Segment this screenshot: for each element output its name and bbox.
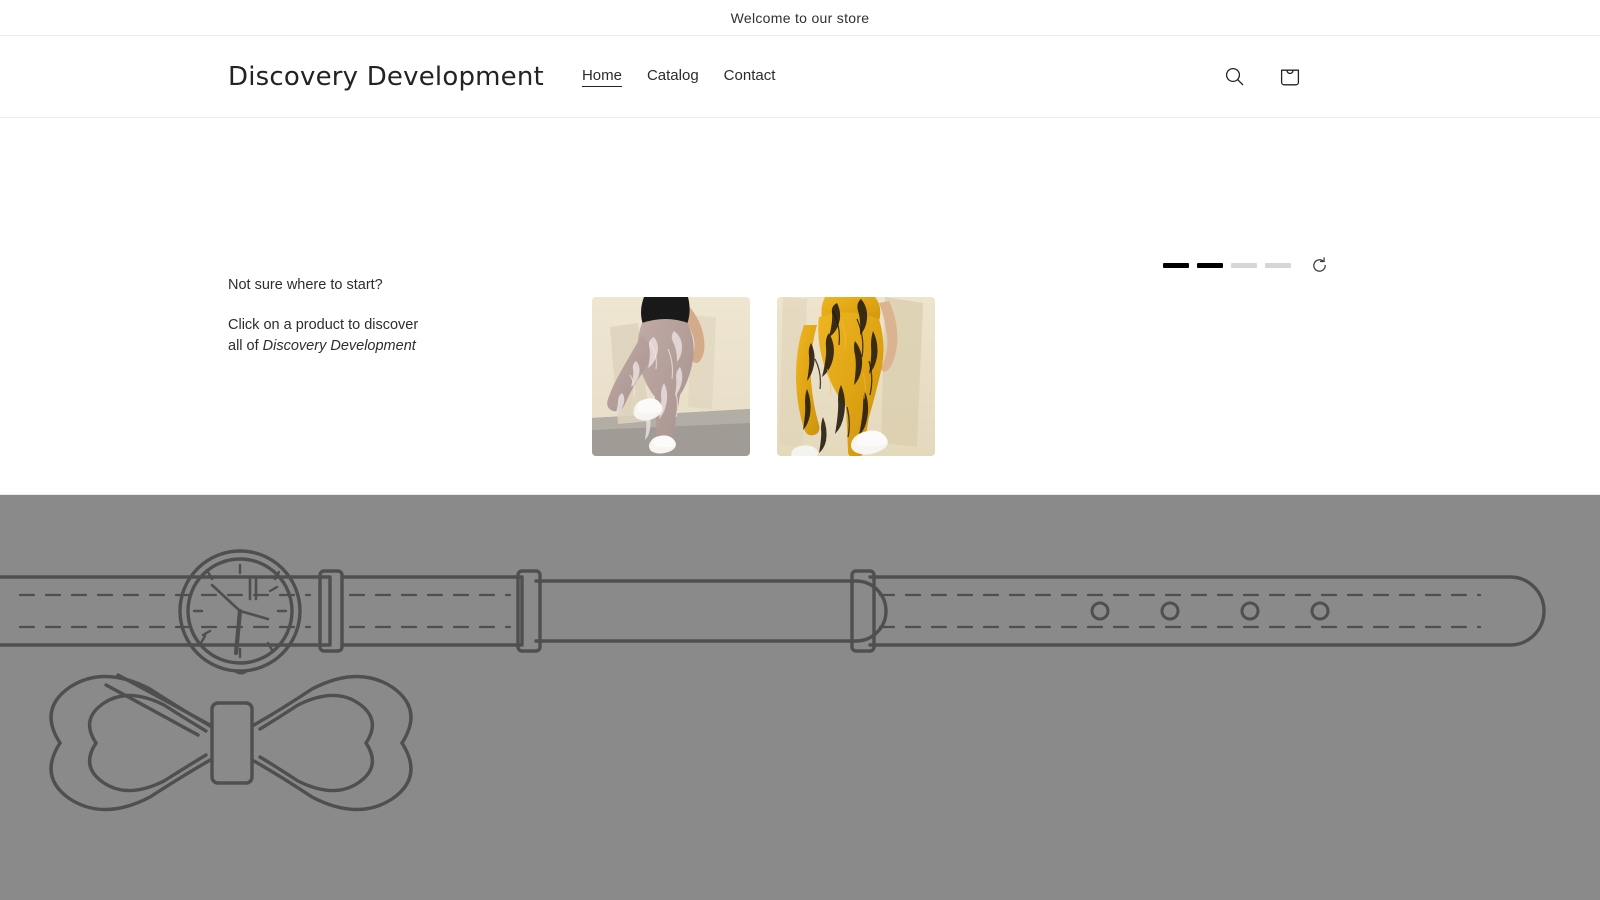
nav-link-contact[interactable]: Contact (724, 67, 776, 86)
product-image-gold[interactable] (777, 297, 935, 456)
slider-controls (1163, 254, 1330, 276)
intro-body: Click on a product to discover all of Di… (228, 315, 428, 357)
slide-indicator-2[interactable] (1197, 262, 1223, 268)
reset-circular-arrow-icon[interactable] (1308, 254, 1330, 276)
intro-heading: Not sure where to start? (228, 277, 383, 293)
product-image-chai[interactable] (592, 297, 750, 456)
illustration-banner (0, 495, 1600, 900)
slide-indicator-4[interactable] (1265, 262, 1291, 268)
cart-icon[interactable] (1273, 60, 1307, 94)
site-header: Discovery Development Home Catalog Conta… (0, 36, 1600, 118)
search-icon[interactable] (1217, 60, 1251, 94)
primary-navigation: Home Catalog Contact (581, 67, 776, 87)
announcement-bar: Welcome to our store (0, 0, 1600, 36)
announcement-text: Welcome to our store (730, 9, 870, 26)
slide-indicator-3[interactable] (1231, 262, 1257, 268)
intro-block: Not sure where to start? Click on a prod… (228, 275, 428, 357)
desk-objects-illustration (0, 495, 1600, 900)
slide-indicator-1[interactable] (1163, 262, 1189, 268)
nav-link-catalog[interactable]: Catalog (647, 67, 699, 86)
nav-link-home[interactable]: Home (581, 67, 622, 87)
intro-body-emphasis: Discovery Development (262, 338, 416, 354)
header-actions (1217, 60, 1572, 94)
brand-logo[interactable]: Discovery Development (228, 62, 544, 92)
main-content: Not sure where to start? Click on a prod… (0, 118, 1600, 544)
